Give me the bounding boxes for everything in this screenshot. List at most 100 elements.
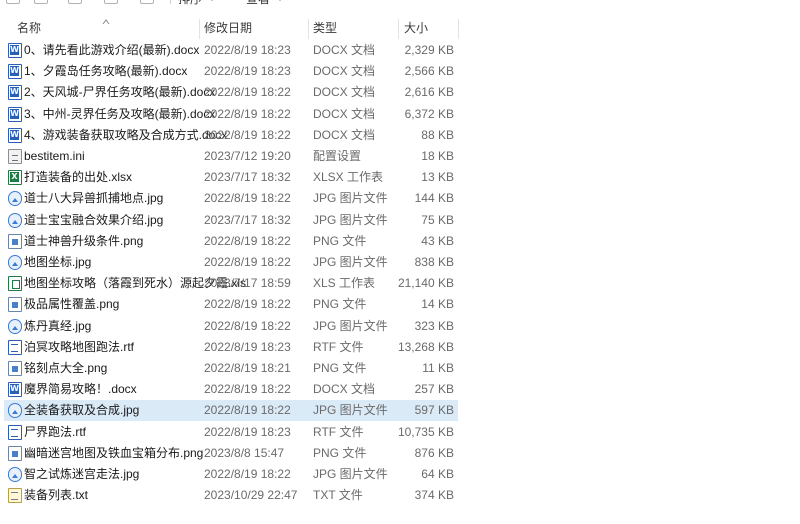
file-name[interactable]: 地图坐标.jpg (24, 252, 91, 273)
file-modified-date: 2022/8/19 18:22 (204, 127, 291, 142)
file-name[interactable]: 极品属性覆盖.png (24, 294, 119, 315)
file-type: TXT 文件 (313, 488, 363, 503)
command-bar: 排序 查看 ··· (0, 0, 800, 8)
column-divider[interactable] (199, 19, 200, 39)
file-row[interactable]: 道士八大异兽抓捕地点.jpg 2022/8/19 18:22 JPG 图片文件 144… (4, 188, 458, 209)
file-size: 11 KB (422, 361, 454, 375)
column-header-date[interactable]: 修改日期 (204, 17, 252, 39)
file-type: RTF 文件 (313, 339, 364, 354)
paste-icon[interactable] (68, 0, 82, 4)
file-name[interactable]: 0、请先看此游戏介绍(最新).docx (24, 40, 199, 61)
docx-file-icon (8, 127, 22, 143)
column-header-size[interactable]: 大小 (404, 17, 428, 39)
column-header-type[interactable]: 类型 (313, 17, 337, 39)
file-row[interactable]: 0、请先看此游戏介绍(最新).docx 2022/8/19 18:23 DOCX 文… (4, 40, 458, 61)
file-modified-date: 2023/7/12 19:20 (204, 149, 291, 163)
file-type: PNG 文件 (313, 233, 367, 248)
file-type: JPG 图片文件 (313, 467, 388, 481)
file-size: 13 KB (421, 170, 454, 185)
more-options-button[interactable]: ··· (315, 0, 334, 4)
view-label: 查看 (246, 0, 270, 7)
file-type: DOCX 文档 (313, 64, 376, 79)
file-name[interactable]: 泊冥攻略地图跑法.rtf (24, 337, 134, 358)
file-size: 88 KB (421, 127, 454, 142)
file-modified-date: 2023/7/17 18:32 (204, 212, 291, 227)
file-row[interactable]: 泊冥攻略地图跑法.rtf 2022/8/19 18:23 RTF 文件 13,268 … (4, 337, 458, 358)
file-name[interactable]: 装备列表.txt (24, 485, 88, 506)
file-row[interactable]: 地图坐标攻略（落霞到死水）源起夕霞.xls 2023/7/17 18:59 XLS … (4, 273, 458, 294)
file-row[interactable]: 道士宝宝融合效果介绍.jpg 2023/7/17 18:32 JPG 图片文件 75 … (4, 210, 458, 231)
rtf-file-icon (8, 424, 22, 440)
file-size: 2,616 KB (404, 85, 454, 100)
copy-icon[interactable] (34, 0, 48, 4)
file-type: JPG 图片文件 (313, 255, 388, 269)
file-row[interactable]: 道士神兽升级条件.png 2022/8/19 18:22 PNG 文件 43 KB (4, 231, 458, 252)
jpg-file-icon (8, 318, 22, 334)
file-name[interactable]: 道士宝宝融合效果介绍.jpg (24, 210, 163, 231)
file-modified-date: 2022/8/19 18:22 (204, 191, 291, 206)
file-row[interactable]: 极品属性覆盖.png 2022/8/19 18:22 PNG 文件 14 KB (4, 294, 458, 315)
view-button[interactable]: 查看 (246, 0, 285, 7)
file-type: JPG 图片文件 (313, 403, 388, 418)
file-row[interactable]: 打造装备的出处.xlsx 2023/7/17 18:32 XLSX 工作表 13 KB (4, 167, 458, 188)
file-size: 838 KB (414, 255, 454, 269)
file-type: JPG 图片文件 (313, 212, 388, 227)
file-size: 374 KB (414, 488, 454, 503)
file-type: XLS 工作表 (313, 276, 376, 291)
file-name[interactable]: 全装备获取及合成.jpg (24, 400, 139, 421)
column-divider[interactable] (458, 19, 459, 39)
file-name[interactable]: bestitem.ini (24, 146, 85, 167)
file-row[interactable]: 炼丹真经.jpg 2022/8/19 18:22 JPG 图片文件 323 KB (4, 316, 458, 337)
file-name[interactable]: 智之试炼迷宫走法.jpg (24, 464, 139, 485)
file-type: DOCX 文档 (313, 106, 376, 121)
rename-icon[interactable] (104, 0, 118, 4)
file-modified-date: 2023/7/17 18:59 (204, 276, 291, 291)
file-row[interactable]: 1、夕霞岛任务攻略(最新).docx 2022/8/19 18:23 DOCX 文档… (4, 61, 458, 82)
column-divider[interactable] (308, 19, 309, 39)
file-row[interactable]: 智之试炼迷宫走法.jpg 2022/8/19 18:22 JPG 图片文件 64 KB (4, 464, 458, 485)
file-type: XLSX 工作表 (313, 170, 384, 185)
chevron-down-icon (276, 0, 285, 1)
column-header-name[interactable]: 名称 (17, 17, 41, 39)
file-row[interactable]: 尸界跑法.rtf 2022/8/19 18:23 RTF 文件 10,735 KB (4, 422, 458, 443)
delete-icon[interactable] (140, 0, 154, 4)
docx-file-icon (8, 43, 22, 58)
column-divider[interactable] (398, 19, 399, 39)
file-row[interactable]: bestitem.ini 2023/7/12 19:20 配置设置 18 KB (4, 146, 458, 167)
file-size: 876 KB (414, 445, 454, 460)
file-row[interactable]: 全装备获取及合成.jpg 2022/8/19 18:22 JPG 图片文件 597 K… (4, 400, 458, 422)
file-name[interactable]: 尸界跑法.rtf (24, 422, 86, 443)
file-name[interactable]: 1、夕霞岛任务攻略(最新).docx (24, 61, 187, 82)
file-row[interactable]: 铭刻点大全.png 2022/8/19 18:21 PNG 文件 11 KB (4, 358, 458, 379)
file-size: 21,140 KB (397, 276, 454, 291)
file-name[interactable]: 魔界简易攻略！.docx (24, 379, 137, 400)
cut-icon[interactable] (6, 0, 20, 4)
file-type: DOCX 文档 (313, 382, 376, 397)
jpg-file-icon (8, 212, 22, 228)
file-name[interactable]: 铭刻点大全.png (24, 358, 107, 379)
file-name[interactable]: 炼丹真经.jpg (24, 316, 91, 337)
file-type: PNG 文件 (313, 445, 367, 460)
file-row[interactable]: 4、游戏装备获取攻略及合成方式.docx2022/8/19 18:22 DOCX … (4, 125, 458, 146)
file-row[interactable]: 3、中州-灵界任务及攻略(最新).docx2022/8/19 18:22 DOCX… (4, 104, 458, 125)
file-row[interactable]: 魔界简易攻略！.docx 2022/8/19 18:22 DOCX 文档 257 KB (4, 379, 458, 400)
file-row[interactable]: 地图坐标.jpg 2022/8/19 18:22 JPG 图片文件 838 KB (4, 252, 458, 273)
file-row[interactable]: 装备列表.txt 2023/10/29 22:47 TXT 文件 374 KB (4, 485, 458, 506)
file-name[interactable]: 道士神兽升级条件.png (24, 231, 143, 252)
file-modified-date: 2022/8/19 18:23 (204, 64, 291, 79)
docx-file-icon (8, 382, 22, 398)
file-row[interactable]: 幽暗迷宫地图及铁血宝箱分布.png 2023/8/8 15:47 PNG 文件 876… (4, 443, 458, 464)
sort-button[interactable]: 排序 (178, 0, 217, 7)
file-name[interactable]: 道士八大异兽抓捕地点.jpg (24, 188, 163, 209)
png-file-icon (8, 297, 22, 313)
png-file-icon (8, 233, 22, 249)
sort-ascending-icon (102, 19, 110, 25)
png-file-icon (8, 361, 22, 376)
file-name[interactable]: 2、天风城-尸界任务攻略(最新).docx (24, 82, 215, 103)
file-name[interactable]: 4、游戏装备获取攻略及合成方式.docx (24, 125, 227, 146)
file-name[interactable]: 幽暗迷宫地图及铁血宝箱分布.png (24, 443, 203, 464)
file-type: DOCX 文档 (313, 127, 376, 142)
file-name[interactable]: 3、中州-灵界任务及攻略(最新).docx (24, 104, 215, 125)
file-row[interactable]: 2、天风城-尸界任务攻略(最新).docx2022/8/19 18:22 DOCX… (4, 82, 458, 103)
file-name[interactable]: 打造装备的出处.xlsx (24, 167, 132, 188)
